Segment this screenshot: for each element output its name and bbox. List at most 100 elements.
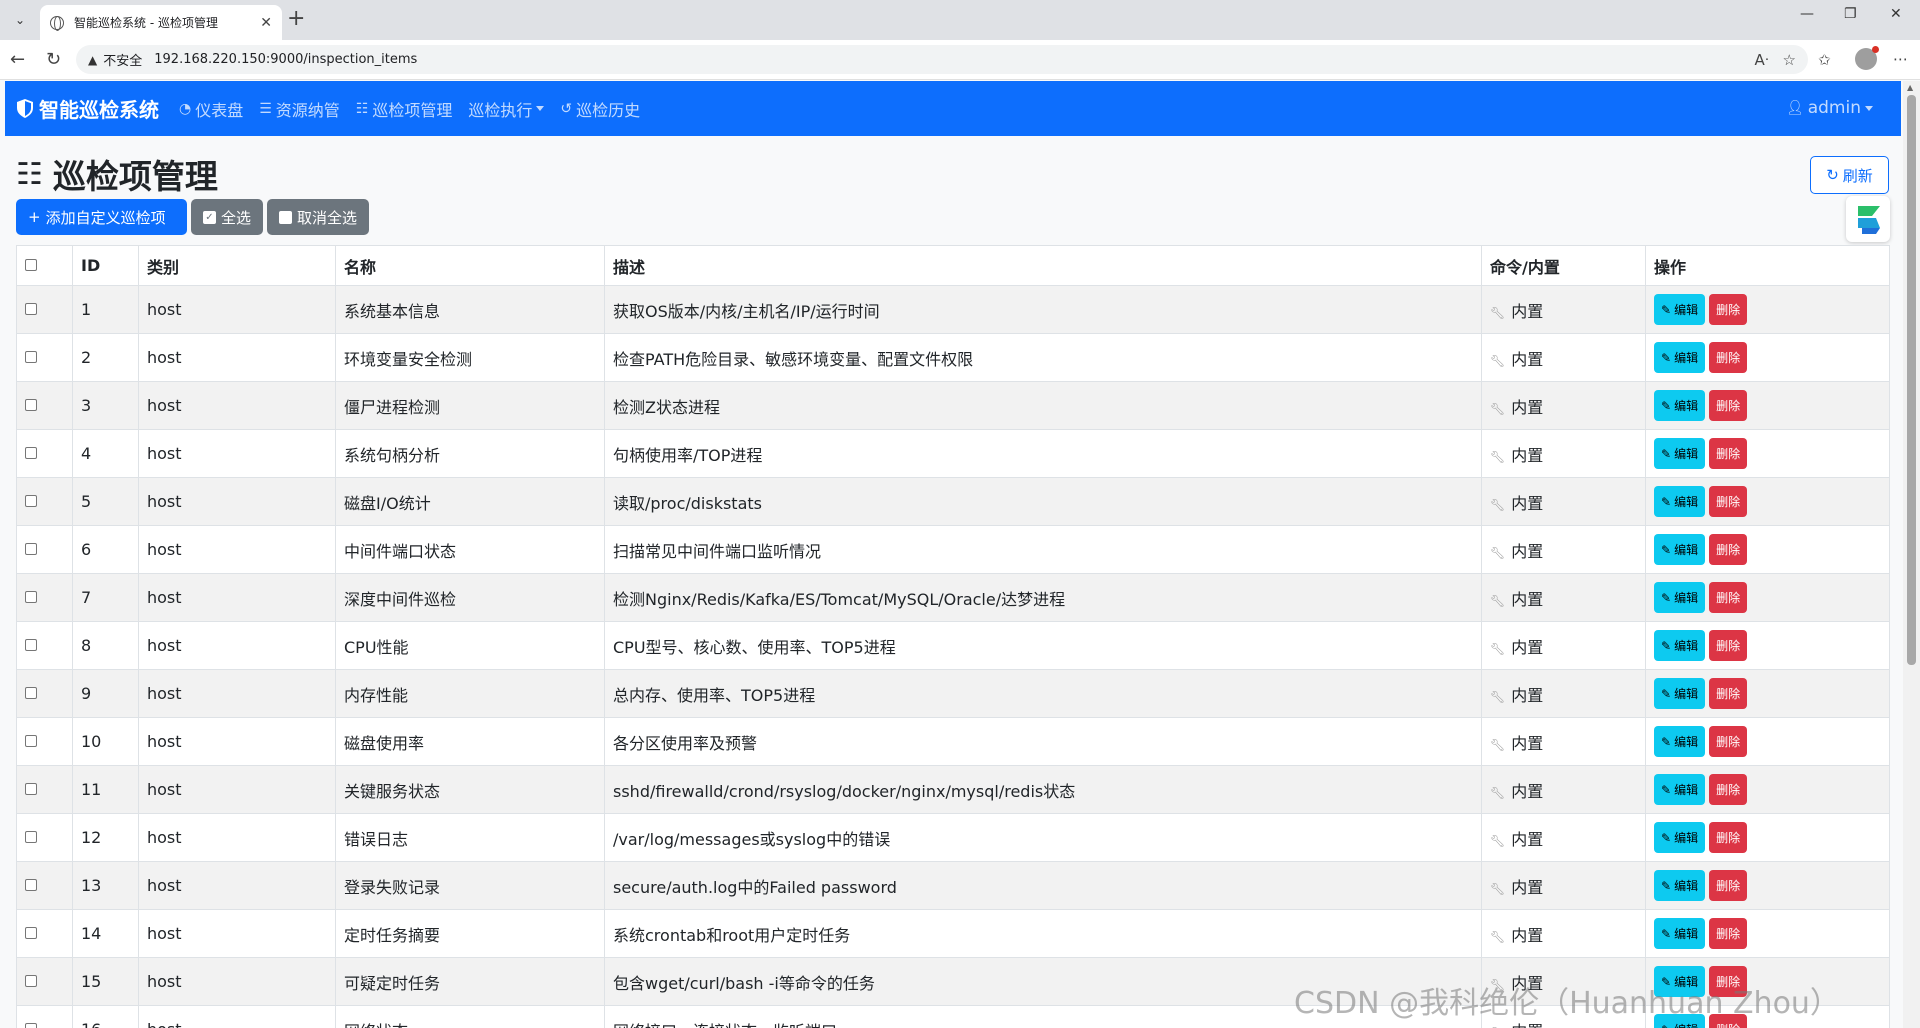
row-checkbox[interactable]: [25, 303, 37, 315]
tab-close-icon[interactable]: ✕: [260, 15, 272, 31]
sidebar-widget[interactable]: [1846, 196, 1890, 242]
edit-icon: ✎: [1661, 494, 1672, 509]
row-checkbox-cell: [16, 861, 73, 910]
delete-button[interactable]: 删除: [1709, 918, 1748, 949]
add-custom-item-button[interactable]: + 添加自定义巡检项: [16, 199, 187, 235]
wrench-icon: 🔧︎: [1490, 497, 1506, 512]
row-checkbox[interactable]: [25, 975, 37, 987]
profile-avatar[interactable]: [1855, 46, 1879, 70]
row-checkbox[interactable]: [25, 639, 37, 651]
edit-button[interactable]: ✎编辑: [1654, 630, 1706, 661]
builtin-label: 内置: [1511, 829, 1544, 849]
window-close-icon[interactable]: ✕: [1890, 6, 1902, 22]
edit-button[interactable]: ✎编辑: [1654, 438, 1706, 469]
row-checkbox[interactable]: [25, 447, 37, 459]
refresh-button[interactable]: ↻ 刷新: [1810, 156, 1889, 194]
cell-category: host: [138, 285, 336, 334]
delete-label: 删除: [1716, 399, 1741, 413]
delete-button[interactable]: 删除: [1709, 582, 1748, 613]
delete-button[interactable]: 删除: [1709, 438, 1748, 469]
delete-button[interactable]: 删除: [1709, 294, 1748, 325]
favorites-icon[interactable]: ✩: [1818, 51, 1831, 69]
row-checkbox[interactable]: [25, 1023, 37, 1028]
cell-name: 磁盘I/O统计: [335, 477, 605, 526]
edit-button[interactable]: ✎编辑: [1654, 726, 1706, 757]
select-all-button[interactable]: ✓ 全选: [191, 199, 264, 235]
header-checkbox[interactable]: [25, 259, 37, 271]
list-check-icon: ☷: [355, 100, 369, 117]
row-checkbox[interactable]: [25, 783, 37, 795]
row-checkbox[interactable]: [25, 351, 37, 363]
edit-icon: ✎: [1661, 638, 1672, 653]
edit-button[interactable]: ✎编辑: [1654, 774, 1706, 805]
edit-button[interactable]: ✎编辑: [1654, 486, 1706, 517]
row-checkbox[interactable]: [25, 879, 37, 891]
wrench-icon: 🔧︎: [1490, 689, 1506, 704]
row-checkbox[interactable]: [25, 399, 37, 411]
favorite-star-icon[interactable]: ☆: [1783, 51, 1796, 69]
cell-name: 登录失败记录: [335, 861, 605, 910]
restore-icon[interactable]: ❐: [1844, 6, 1857, 22]
edit-icon: ✎: [1661, 878, 1672, 893]
user-menu[interactable]: 👤︎ admin: [1786, 98, 1873, 118]
delete-button[interactable]: 删除: [1709, 390, 1748, 421]
delete-button[interactable]: 删除: [1709, 774, 1748, 805]
edit-button[interactable]: ✎编辑: [1654, 918, 1706, 949]
row-checkbox[interactable]: [25, 831, 37, 843]
delete-label: 删除: [1716, 831, 1741, 845]
delete-button[interactable]: 删除: [1709, 870, 1748, 901]
cell-command: 🔧︎ 内置: [1481, 477, 1646, 526]
minimize-icon[interactable]: —: [1800, 6, 1814, 22]
tab-list-chevron-icon[interactable]: ⌄: [8, 8, 32, 32]
edit-button[interactable]: ✎编辑: [1654, 870, 1706, 901]
delete-button[interactable]: 删除: [1709, 630, 1748, 661]
row-checkbox[interactable]: [25, 735, 37, 747]
delete-button[interactable]: 删除: [1709, 822, 1748, 853]
scrollbar-thumb[interactable]: [1907, 95, 1916, 665]
cell-description: /var/log/messages或syslog中的错误: [604, 813, 1482, 862]
nav-inspection-items[interactable]: ☷ 巡检项管理: [356, 97, 453, 121]
read-aloud-icon[interactable]: Aᐧ: [1754, 51, 1768, 69]
edit-label: 编辑: [1674, 879, 1699, 893]
reload-icon[interactable]: ↻: [46, 49, 61, 70]
nav-dashboard[interactable]: ◔ 仪表盘: [179, 97, 243, 121]
delete-button[interactable]: 删除: [1709, 534, 1748, 565]
edit-icon: ✎: [1661, 542, 1672, 557]
delete-button[interactable]: 删除: [1709, 726, 1748, 757]
nav-resources[interactable]: ☰ 资源纳管: [259, 97, 340, 121]
wrench-icon: 🔧︎: [1490, 545, 1506, 560]
delete-button[interactable]: 删除: [1709, 678, 1748, 709]
deselect-all-button[interactable]: 取消全选: [267, 199, 370, 235]
delete-label: 删除: [1716, 639, 1741, 653]
row-checkbox[interactable]: [25, 543, 37, 555]
plus-icon: +: [28, 208, 41, 226]
cell-actions: ✎编辑删除: [1645, 573, 1890, 622]
nav-inspection-run-dropdown[interactable]: 巡检执行: [468, 97, 545, 121]
new-tab-button[interactable]: +: [287, 7, 305, 31]
insecure-label: 不安全: [103, 54, 143, 69]
edit-button[interactable]: ✎编辑: [1654, 294, 1706, 325]
edit-button[interactable]: ✎编辑: [1654, 582, 1706, 613]
delete-button[interactable]: 删除: [1709, 486, 1748, 517]
page-scrollbar[interactable]: ▲: [1903, 81, 1920, 1028]
edit-button[interactable]: ✎编辑: [1654, 822, 1706, 853]
row-checkbox[interactable]: [25, 927, 37, 939]
row-checkbox[interactable]: [25, 687, 37, 699]
edit-button[interactable]: ✎编辑: [1654, 342, 1706, 373]
row-checkbox[interactable]: [25, 495, 37, 507]
nav-history[interactable]: ↺ 巡检历史: [560, 97, 640, 121]
delete-button[interactable]: 删除: [1709, 342, 1748, 373]
url-input[interactable]: ▲ 不安全 192.168.220.150:9000/inspection_it…: [76, 45, 1808, 74]
warning-icon: ▲: [88, 52, 98, 67]
edit-button[interactable]: ✎编辑: [1654, 390, 1706, 421]
brand[interactable]: 智能巡检系统: [17, 94, 159, 123]
cell-id: 13: [72, 861, 139, 910]
more-menu-icon[interactable]: ⋯: [1893, 50, 1908, 68]
row-checkbox[interactable]: [25, 591, 37, 603]
browser-tab[interactable]: 智能巡检系统 - 巡检项管理 ✕: [40, 5, 282, 40]
back-arrow-icon[interactable]: ←: [10, 49, 25, 70]
edit-button[interactable]: ✎编辑: [1654, 678, 1706, 709]
cell-description: 各分区使用率及预警: [604, 717, 1482, 766]
edit-button[interactable]: ✎编辑: [1654, 534, 1706, 565]
scroll-up-icon[interactable]: ▲: [1907, 83, 1913, 92]
